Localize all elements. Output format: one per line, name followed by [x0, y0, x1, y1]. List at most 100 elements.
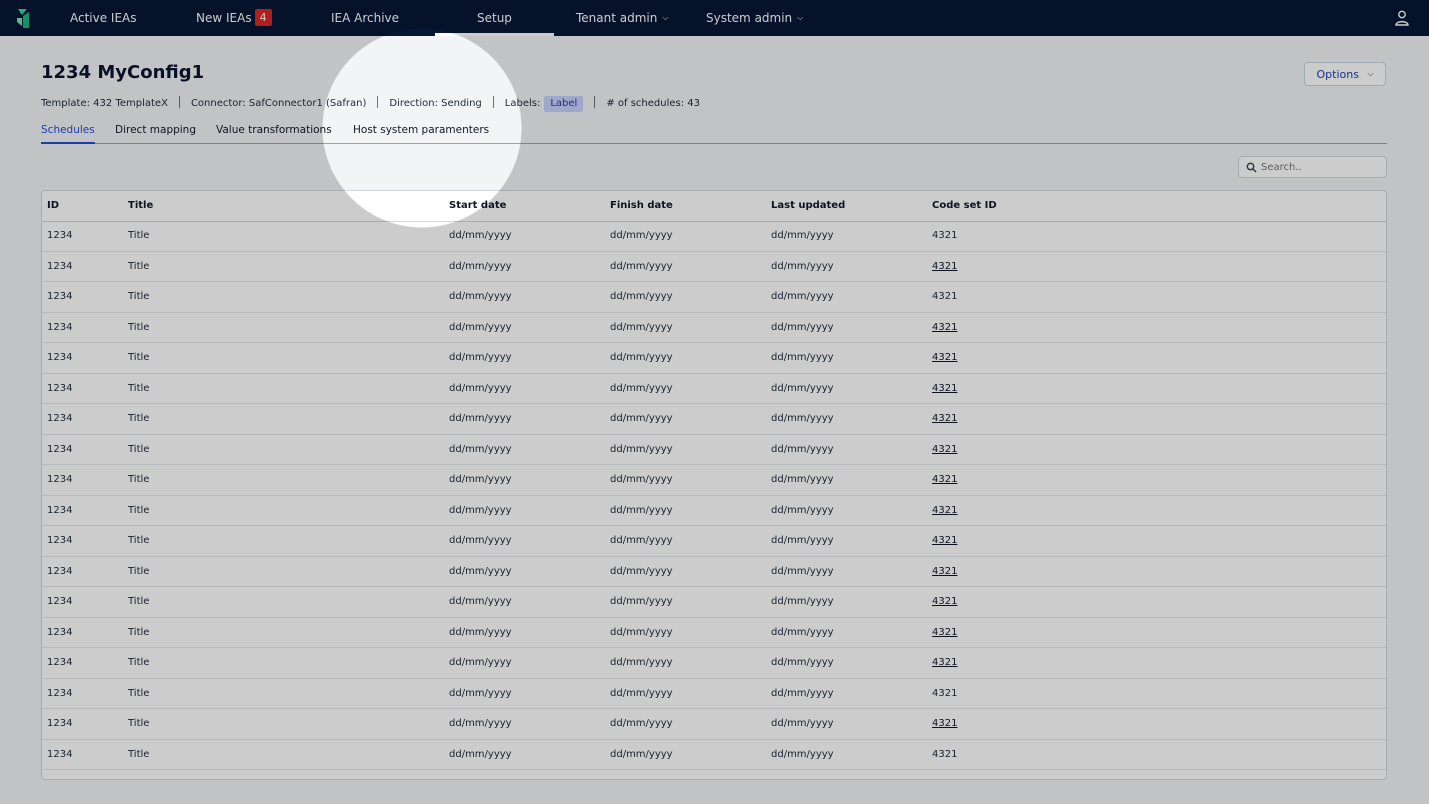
table-row[interactable]: 1234 Title dd/mm/yyyy dd/mm/yyyy dd/mm/yyyy 4… — [42, 404, 1386, 435]
cell-finish-date: dd/mm/yyyy — [610, 596, 673, 607]
table-row[interactable]: 1234 Title dd/mm/yyyy dd/mm/yyyy dd/mm/yyyy 4… — [42, 252, 1386, 282]
column-header-start-date[interactable]: Start date — [449, 200, 506, 211]
new-ieas-count-badge: 4 — [254, 9, 272, 26]
table-row[interactable]: 1234 Title dd/mm/yyyy dd/mm/yyyy dd/mm/yyyy 4… — [42, 679, 1386, 709]
cell-last-updated: dd/mm/yyyy — [771, 748, 834, 760]
column-header-last-updated[interactable]: Last updated — [771, 200, 845, 211]
cell-finish-date: dd/mm/yyyy — [610, 413, 673, 424]
cell-last-updated: dd/mm/yyyy — [771, 504, 834, 516]
table-row[interactable]: 1234 Title dd/mm/yyyy dd/mm/yyyy dd/mm/yyyy 4… — [42, 435, 1386, 465]
code-set-id-link[interactable]: 4321 — [932, 352, 957, 363]
cell-last-updated: dd/mm/yyyy — [771, 230, 834, 241]
table-row[interactable]: 1234 Title dd/mm/yyyy dd/mm/yyyy dd/mm/yyyy 4… — [42, 465, 1386, 496]
table-body: 1234 Title dd/mm/yyyy dd/mm/yyyy dd/mm/yyyy 4… — [42, 221, 1386, 770]
column-header-code-set-id[interactable]: Code set ID — [932, 200, 997, 211]
cell-start-date: dd/mm/yyyy — [449, 626, 512, 638]
code-set-id-link[interactable]: 4321 — [932, 657, 957, 668]
table-row[interactable]: 1234 Title dd/mm/yyyy dd/mm/yyyy dd/mm/yyyy 4… — [42, 496, 1386, 526]
table-row[interactable]: 1234 Title dd/mm/yyyy dd/mm/yyyy dd/mm/yyyy 4… — [42, 587, 1386, 618]
cell-last-updated: dd/mm/yyyy — [771, 474, 834, 485]
cell-id: 1234 — [47, 413, 73, 424]
nav-label: Active IEAs — [70, 11, 137, 25]
table-row[interactable]: 1234 Title dd/mm/yyyy dd/mm/yyyy dd/mm/yyyy 4… — [42, 526, 1386, 557]
tab-schedules[interactable]: Schedules — [41, 124, 95, 144]
cell-id: 1234 — [47, 443, 73, 455]
column-header-title[interactable]: Title — [128, 200, 153, 211]
column-header-id[interactable]: ID — [47, 200, 59, 211]
nav-tenant-admin[interactable]: Tenant admin ⌵ — [576, 0, 668, 36]
cell-code-set-id: 4321 — [932, 291, 958, 302]
cell-title: Title — [128, 443, 150, 455]
code-set-id-link[interactable]: 4321 — [932, 474, 957, 485]
nav-active-ieas[interactable]: Active IEAs — [70, 0, 137, 36]
cell-title: Title — [128, 382, 150, 394]
table-row[interactable]: 1234 Title dd/mm/yyyy dd/mm/yyyy dd/mm/yyyy 4… — [42, 557, 1386, 587]
config-metadata: Template: 432 TemplateX Connector: SafCon… — [41, 96, 700, 112]
tab-bar: Schedules Direct mapping Value transform… — [41, 124, 1387, 144]
cell-title: Title — [128, 718, 150, 729]
cell-start-date: dd/mm/yyyy — [449, 565, 512, 577]
nav-setup[interactable]: Setup — [435, 0, 554, 36]
nav-label: Tenant admin — [576, 11, 658, 25]
divider — [492, 96, 494, 108]
column-header-finish-date[interactable]: Finish date — [610, 200, 673, 211]
cell-title: Title — [128, 748, 150, 760]
cell-start-date: dd/mm/yyyy — [449, 748, 512, 760]
nav-iea-archive[interactable]: IEA Archive — [331, 0, 399, 36]
nav-label: IEA Archive — [331, 11, 400, 25]
user-profile-icon[interactable] — [1395, 10, 1409, 26]
cell-id: 1234 — [47, 382, 73, 394]
code-set-id-link[interactable]: 4321 — [932, 413, 957, 424]
search-box[interactable] — [1238, 156, 1387, 178]
table-row[interactable]: 1234 Title dd/mm/yyyy dd/mm/yyyy dd/mm/yyyy 4… — [42, 313, 1386, 343]
code-set-id-link[interactable]: 4321 — [932, 383, 957, 394]
app-logo-icon[interactable] — [14, 6, 34, 30]
code-set-id-link[interactable]: 4321 — [932, 627, 957, 638]
cell-finish-date: dd/mm/yyyy — [610, 626, 673, 638]
search-input[interactable] — [1261, 159, 1381, 175]
cell-last-updated: dd/mm/yyyy — [771, 382, 834, 394]
cell-last-updated: dd/mm/yyyy — [771, 291, 834, 302]
code-set-id-link[interactable]: 4321 — [932, 566, 957, 577]
nav-new-ieas[interactable]: New IEAs 4 — [196, 0, 272, 36]
meta-labels-prefix: Labels: — [504, 98, 541, 109]
cell-start-date: dd/mm/yyyy — [449, 291, 512, 302]
tab-host-system-parameters[interactable]: Host system paramenters — [353, 124, 489, 142]
tab-direct-mapping[interactable]: Direct mapping — [115, 124, 196, 142]
table-header: ID Title Start date Finish date Last upd… — [42, 191, 1386, 222]
cell-finish-date: dd/mm/yyyy — [610, 687, 673, 699]
code-set-id-link[interactable]: 4321 — [932, 444, 957, 455]
code-set-id-link[interactable]: 4321 — [932, 718, 957, 729]
schedules-table: ID Title Start date Finish date Last upd… — [41, 190, 1387, 780]
cell-start-date: dd/mm/yyyy — [449, 596, 512, 607]
table-row[interactable]: 1234 Title dd/mm/yyyy dd/mm/yyyy dd/mm/yyyy 4… — [42, 618, 1386, 648]
code-set-id-link[interactable]: 4321 — [932, 535, 957, 546]
table-row[interactable]: 1234 Title dd/mm/yyyy dd/mm/yyyy dd/mm/yyyy 4… — [42, 343, 1386, 374]
code-set-id-link[interactable]: 4321 — [932, 322, 957, 333]
code-set-id-link[interactable]: 4321 — [932, 261, 957, 272]
options-dropdown-button[interactable]: Options ⌵ — [1304, 62, 1386, 86]
cell-start-date: dd/mm/yyyy — [449, 687, 512, 699]
tab-value-transformations[interactable]: Value transformations — [216, 124, 332, 142]
divider — [178, 96, 180, 108]
table-row[interactable]: 1234 Title dd/mm/yyyy dd/mm/yyyy dd/mm/yyyy 4… — [42, 374, 1386, 404]
cell-last-updated: dd/mm/yyyy — [771, 565, 834, 577]
chevron-down-icon: ⌵ — [662, 13, 669, 22]
cell-id: 1234 — [47, 474, 73, 485]
cell-last-updated: dd/mm/yyyy — [771, 687, 834, 699]
code-set-id-link[interactable]: 4321 — [932, 505, 957, 516]
cell-finish-date: dd/mm/yyyy — [610, 321, 673, 333]
nav-system-admin[interactable]: System admin ⌵ — [706, 0, 803, 36]
table-row[interactable]: 1234 Title dd/mm/yyyy dd/mm/yyyy dd/mm/yyyy 4… — [42, 740, 1386, 770]
table-row[interactable]: 1234 Title dd/mm/yyyy dd/mm/yyyy dd/mm/yyyy 4… — [42, 648, 1386, 679]
meta-template: Template: 432 TemplateX — [41, 98, 168, 109]
table-row[interactable]: 1234 Title dd/mm/yyyy dd/mm/yyyy dd/mm/yyyy 4… — [42, 282, 1386, 313]
cell-id: 1234 — [47, 504, 73, 516]
code-set-id-link[interactable]: 4321 — [932, 596, 957, 607]
cell-title: Title — [128, 352, 150, 363]
meta-connector: Connector: SafConnector1 (Safran) — [190, 98, 367, 109]
cell-id: 1234 — [47, 687, 73, 699]
table-row[interactable]: 1234 Title dd/mm/yyyy dd/mm/yyyy dd/mm/yyyy 4… — [42, 709, 1386, 740]
table-row[interactable]: 1234 Title dd/mm/yyyy dd/mm/yyyy dd/mm/yyyy 4… — [42, 221, 1386, 252]
meta-schedules-count: # of schedules: 43 — [606, 98, 700, 109]
